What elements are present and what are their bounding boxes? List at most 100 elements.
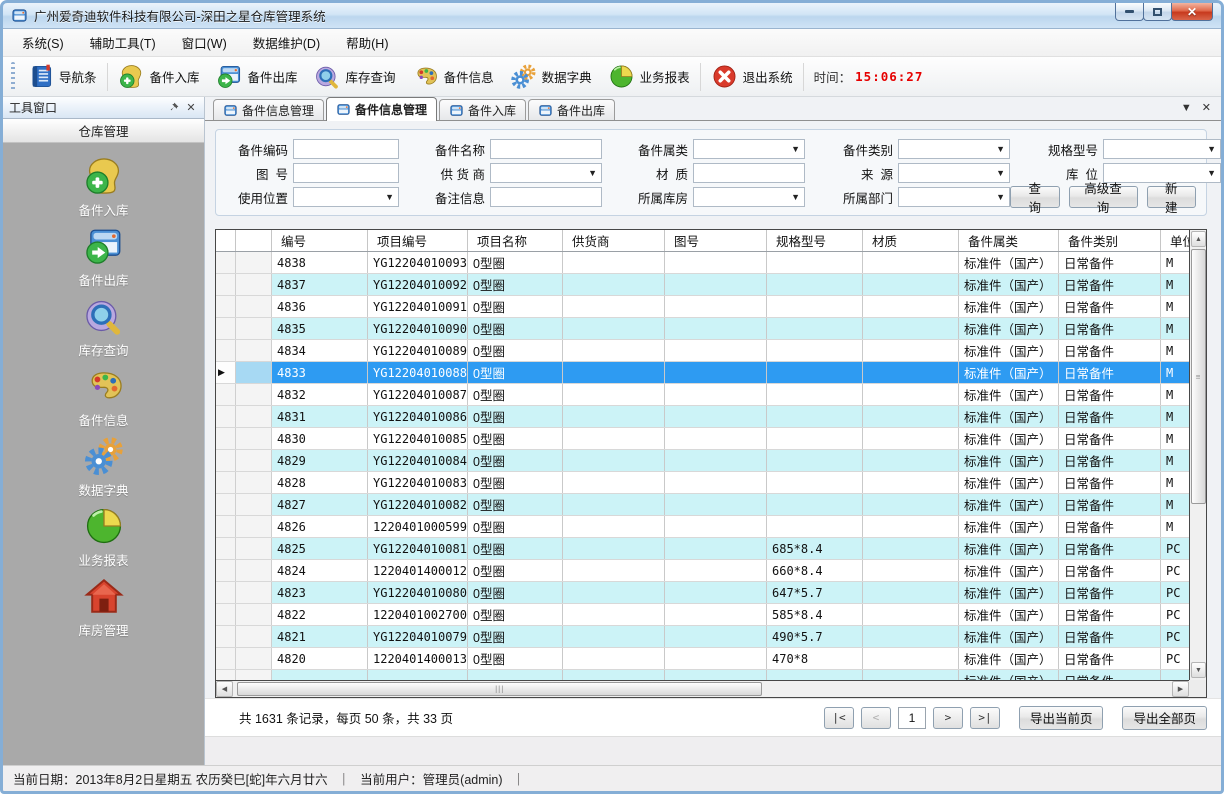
table-row[interactable]: 4827YG122040100820型圈标准件（国产）日常备件M bbox=[216, 494, 1189, 516]
table-row[interactable]: 4823YG122040100800型圈647*5.7标准件（国产）日常备件PC bbox=[216, 582, 1189, 604]
minimize-button[interactable] bbox=[1115, 3, 1144, 21]
pin-icon[interactable] bbox=[166, 101, 180, 115]
toolbar-navigator-button[interactable]: 导航条 bbox=[19, 60, 105, 93]
warehouse-select[interactable]: ▼ bbox=[693, 187, 805, 207]
first-page-button[interactable]: |< bbox=[824, 707, 854, 729]
tab-parts-inbound[interactable]: 备件入库 bbox=[439, 99, 526, 120]
table-row[interactable]: 4837YG122040100920型圈标准件（国产）日常备件M bbox=[216, 274, 1189, 296]
horizontal-scrollbar[interactable]: ◀ ||| ▶ bbox=[216, 680, 1189, 697]
table-row[interactable]: 4836YG122040100910型圈标准件（国产）日常备件M bbox=[216, 296, 1189, 318]
toolbar-stock-query-button[interactable]: 库存查询 bbox=[306, 60, 404, 93]
scroll-down-icon[interactable]: ▼ bbox=[1191, 662, 1206, 678]
menu-item-system[interactable]: 系统(S) bbox=[9, 29, 77, 56]
menu-item-aux-tools[interactable]: 辅助工具(T) bbox=[77, 29, 169, 56]
sidebar-close-icon[interactable]: ✕ bbox=[184, 101, 198, 115]
header-drawing-no[interactable]: 图号 bbox=[665, 230, 767, 251]
new-button[interactable]: 新建 bbox=[1147, 186, 1197, 208]
table-row[interactable]: 4830YG122040100850型圈标准件（国产）日常备件M bbox=[216, 428, 1189, 450]
menu-item-window[interactable]: 窗口(W) bbox=[169, 29, 240, 56]
cell-spec bbox=[767, 494, 863, 515]
sidebar-item-stock-query[interactable]: 库存查询 bbox=[44, 295, 164, 361]
sidebar-item-parts-info[interactable]: 备件信息 bbox=[44, 365, 164, 431]
close-button[interactable]: ✕ bbox=[1171, 3, 1213, 21]
header-project-name[interactable]: 项目名称 bbox=[468, 230, 563, 251]
export-current-page-button[interactable]: 导出当前页 bbox=[1019, 706, 1104, 730]
part-name-field[interactable] bbox=[490, 139, 602, 159]
table-row[interactable]: 4825YG122040100810型圈685*8.4标准件（国产）日常备件PC bbox=[216, 538, 1189, 560]
header-spec[interactable]: 规格型号 bbox=[767, 230, 863, 251]
tab-parts-outbound[interactable]: 备件出库 bbox=[528, 99, 615, 120]
query-button[interactable]: 查询 bbox=[1010, 186, 1060, 208]
table-row[interactable]: 4835YG122040100900型圈标准件（国产）日常备件M bbox=[216, 318, 1189, 340]
tab-close-icon[interactable]: ✕ bbox=[1202, 101, 1211, 114]
table-row[interactable]: 4832YG122040100870型圈标准件（国产）日常备件M bbox=[216, 384, 1189, 406]
cell-attr: 标准件（国产） bbox=[959, 494, 1059, 515]
cell-material bbox=[863, 362, 959, 383]
table-row[interactable]: 4831YG122040100860型圈标准件（国产）日常备件M bbox=[216, 406, 1189, 428]
prev-page-button[interactable]: < bbox=[861, 707, 891, 729]
toolbar-parts-info-button[interactable]: 备件信息 bbox=[404, 60, 502, 93]
cell-spec bbox=[767, 384, 863, 405]
sidebar-item-data-dictionary[interactable]: 数据字典 bbox=[44, 435, 164, 501]
part-category-select[interactable]: ▼ bbox=[898, 139, 1010, 159]
toolbar-business-report-button[interactable]: 业务报表 bbox=[600, 60, 698, 93]
advanced-query-button[interactable]: 高级查询 bbox=[1069, 186, 1138, 208]
tab-list-dropdown-icon[interactable]: ▼ bbox=[1181, 102, 1192, 114]
scroll-left-icon[interactable]: ◀ bbox=[216, 681, 233, 697]
menu-item-data-maintenance[interactable]: 数据维护(D) bbox=[240, 29, 333, 56]
toolbar-grip[interactable] bbox=[11, 62, 15, 92]
sidebar-item-business-report[interactable]: 业务报表 bbox=[44, 505, 164, 571]
table-row[interactable]: 4838YG122040100930型圈标准件（国产）日常备件M bbox=[216, 252, 1189, 274]
header-category[interactable]: 备件类别 bbox=[1059, 230, 1161, 251]
warehouse-panel-title[interactable]: 仓库管理 bbox=[3, 119, 204, 143]
maximize-button[interactable] bbox=[1143, 3, 1172, 21]
page-number-input[interactable]: 1 bbox=[898, 707, 926, 729]
last-page-button[interactable]: >| bbox=[970, 707, 1000, 729]
table-row[interactable]: 4834YG122040100890型圈标准件（国产）日常备件M bbox=[216, 340, 1189, 362]
scroll-up-icon[interactable]: ▲ bbox=[1191, 231, 1206, 247]
material-field[interactable] bbox=[693, 163, 805, 183]
sidebar-item-parts-inbound[interactable]: 备件入库 bbox=[44, 155, 164, 221]
part-attr-select[interactable]: ▼ bbox=[693, 139, 805, 159]
toolbar-exit-system-button[interactable]: 退出系统 bbox=[703, 60, 801, 93]
header-supplier[interactable]: 供货商 bbox=[563, 230, 665, 251]
toolbar-parts-inbound-button[interactable]: 备件入库 bbox=[110, 60, 208, 93]
menu-item-help[interactable]: 帮助(H) bbox=[333, 29, 401, 56]
supplier-select[interactable]: ▼ bbox=[490, 163, 602, 183]
header-project-code[interactable]: 项目编号 bbox=[368, 230, 468, 251]
remark-field[interactable] bbox=[490, 187, 602, 207]
table-row[interactable]: 4821YG122040100790型圈490*5.7标准件（国产）日常备件PC bbox=[216, 626, 1189, 648]
table-row[interactable]: 标准件（国产）日常备件 bbox=[216, 670, 1189, 680]
source-select[interactable]: ▼ bbox=[898, 163, 1010, 183]
header-unit[interactable]: 单位 bbox=[1161, 230, 1189, 251]
horizontal-scroll-thumb[interactable]: ||| bbox=[237, 682, 762, 696]
export-all-pages-button[interactable]: 导出全部页 bbox=[1122, 706, 1207, 730]
part-code-field[interactable] bbox=[293, 139, 399, 159]
cell-attr: 标准件（国产） bbox=[959, 406, 1059, 427]
toolbar-parts-outbound-button[interactable]: 备件出库 bbox=[208, 60, 306, 93]
table-row[interactable]: 482012204014000130型圈470*8标准件（国产）日常备件PC bbox=[216, 648, 1189, 670]
toolbar-data-dictionary-button[interactable]: 数据字典 bbox=[502, 60, 600, 93]
tab-parts-info-manage-1[interactable]: 备件信息管理 bbox=[213, 99, 324, 120]
table-row[interactable]: 4829YG122040100840型圈标准件（国产）日常备件M bbox=[216, 450, 1189, 472]
sidebar-item-warehouse-manage[interactable]: 库房管理 bbox=[44, 575, 164, 641]
sidebar-item-parts-outbound[interactable]: 备件出库 bbox=[44, 225, 164, 291]
table-row[interactable]: 482412204014000120型圈660*8.4标准件（国产）日常备件PC bbox=[216, 560, 1189, 582]
usage-position-select[interactable]: ▼ bbox=[293, 187, 399, 207]
tab-parts-info-manage-2[interactable]: 备件信息管理 bbox=[326, 97, 437, 121]
header-id[interactable]: 编号 bbox=[272, 230, 368, 251]
table-row[interactable]: 482212204010027000型圈585*8.4标准件（国产）日常备件PC bbox=[216, 604, 1189, 626]
vertical-scroll-thumb[interactable]: ≡ bbox=[1191, 249, 1206, 504]
department-select[interactable]: ▼ bbox=[898, 187, 1010, 207]
cell-material bbox=[863, 494, 959, 515]
header-material[interactable]: 材质 bbox=[863, 230, 959, 251]
table-row[interactable]: 482612204010005990型圈标准件（国产）日常备件M bbox=[216, 516, 1189, 538]
scroll-right-icon[interactable]: ▶ bbox=[1172, 681, 1189, 697]
spec-model-select[interactable]: ▼ bbox=[1103, 139, 1221, 159]
drawing-no-field[interactable] bbox=[293, 163, 399, 183]
next-page-button[interactable]: > bbox=[933, 707, 963, 729]
header-attr[interactable]: 备件属类 bbox=[959, 230, 1059, 251]
table-row[interactable]: 4828YG122040100830型圈标准件（国产）日常备件M bbox=[216, 472, 1189, 494]
vertical-scrollbar[interactable]: ▲ ≡ ▼ bbox=[1189, 230, 1206, 680]
table-row[interactable]: ▶4833YG122040100880型圈标准件（国产）日常备件M bbox=[216, 362, 1189, 384]
